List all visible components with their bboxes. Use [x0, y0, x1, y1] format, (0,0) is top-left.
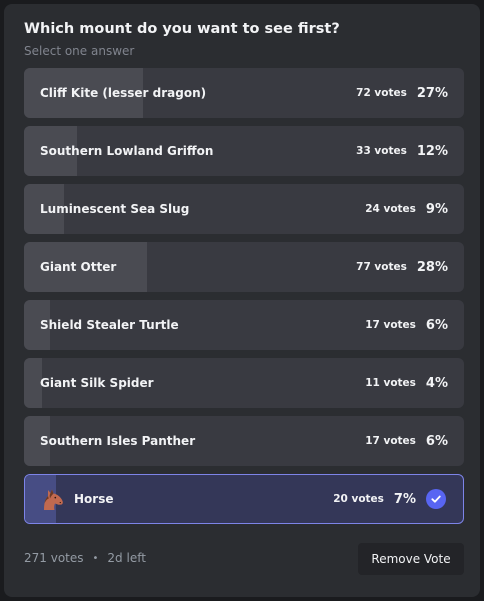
poll-answer[interactable]: Southern Lowland Griffon 33 votes 12%: [24, 126, 464, 176]
answer-vote-count: 11 votes: [365, 377, 416, 389]
answer-label: Shield Stealer Turtle: [40, 318, 179, 332]
answer-percent: 28%: [416, 259, 448, 275]
answer-vote-count: 72 votes: [356, 87, 407, 99]
time-left: 2d left: [107, 551, 146, 565]
answer-label: Cliff Kite (lesser dragon): [40, 86, 207, 100]
answer-label: Southern Lowland Griffon: [40, 144, 214, 158]
answer-stats: 72 votes 27%: [356, 68, 448, 118]
answer-stats: 20 votes 7%: [333, 475, 446, 523]
answer-percent: 9%: [425, 201, 448, 217]
answer-stats: 17 votes 6%: [365, 416, 448, 466]
answer-vote-count: 33 votes: [356, 145, 407, 157]
poll-answer-selected[interactable]: Horse 20 votes 7%: [24, 474, 464, 524]
answer-percent: 4%: [425, 375, 448, 391]
answer-stats: 17 votes 6%: [365, 300, 448, 350]
answer-percent: 6%: [425, 433, 448, 449]
poll-question: Which mount do you want to see first?: [24, 21, 340, 37]
answer-label: Giant Silk Spider: [40, 376, 154, 390]
answer-percent: 27%: [416, 85, 448, 101]
poll-answers: Cliff Kite (lesser dragon) 72 votes 27% …: [24, 68, 464, 532]
poll-answer[interactable]: Southern Isles Panther 17 votes 6%: [24, 416, 464, 466]
remove-vote-button[interactable]: Remove Vote: [358, 543, 464, 575]
answer-percent: 7%: [393, 491, 416, 507]
checkmark-icon: [426, 489, 446, 509]
answer-vote-count: 17 votes: [365, 435, 416, 447]
answer-vote-count: 77 votes: [356, 261, 407, 273]
answer-label: Luminescent Sea Slug: [40, 202, 190, 216]
poll-answer[interactable]: Shield Stealer Turtle 17 votes 6%: [24, 300, 464, 350]
answer-stats: 24 votes 9%: [365, 184, 448, 234]
footer-separator: •: [92, 552, 99, 564]
poll-answer[interactable]: Giant Otter 77 votes 28%: [24, 242, 464, 292]
poll-answer[interactable]: Giant Silk Spider 11 votes 4%: [24, 358, 464, 408]
answer-percent: 12%: [416, 143, 448, 159]
poll-answer[interactable]: Cliff Kite (lesser dragon) 72 votes 27%: [24, 68, 464, 118]
answer-label: Southern Isles Panther: [40, 434, 196, 448]
poll-answer[interactable]: Luminescent Sea Slug 24 votes 9%: [24, 184, 464, 234]
poll-card: Which mount do you want to see first? Se…: [4, 4, 480, 597]
answer-stats: 11 votes 4%: [365, 358, 448, 408]
answer-label: Horse: [74, 492, 114, 506]
answer-percent: 6%: [425, 317, 448, 333]
answer-stats: 77 votes 28%: [356, 242, 448, 292]
answer-vote-count: 17 votes: [365, 319, 416, 331]
poll-footer: 271 votes • 2d left: [24, 551, 146, 565]
poll-subtitle: Select one answer: [24, 44, 135, 58]
answer-label: Giant Otter: [40, 260, 117, 274]
horse-face-icon: [44, 489, 63, 510]
answer-vote-count: 24 votes: [365, 203, 416, 215]
total-votes: 271 votes: [24, 551, 84, 565]
answer-stats: 33 votes 12%: [356, 126, 448, 176]
answer-vote-count: 20 votes: [333, 493, 384, 505]
answer-result-bar: [24, 358, 42, 408]
